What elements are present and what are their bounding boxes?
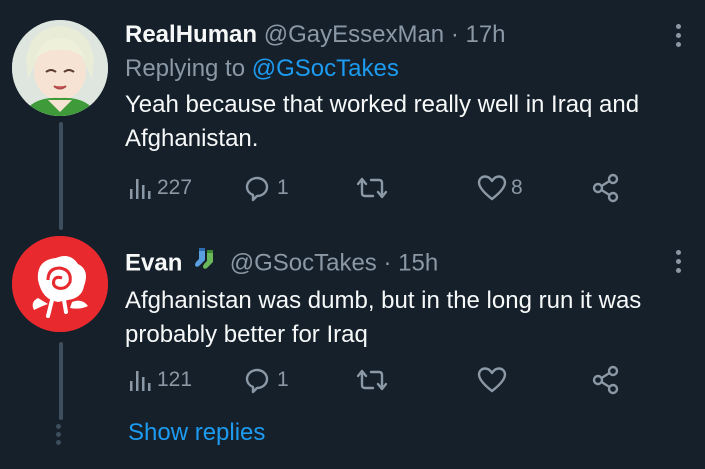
tweet-text: Yeah because that worked really well in … <box>125 91 640 152</box>
views-button[interactable]: 121 <box>127 364 192 396</box>
retweet-icon <box>357 369 387 391</box>
show-replies-link[interactable]: Show replies <box>128 419 265 447</box>
separator-dot: · <box>450 21 459 48</box>
anime-avatar-icon <box>12 20 108 116</box>
reply-icon <box>245 176 269 202</box>
views-count: 227 <box>157 176 193 199</box>
like-button[interactable]: 8 <box>477 172 523 204</box>
like-button[interactable] <box>477 364 511 396</box>
share-icon <box>592 173 619 203</box>
replying-to-label: Replying to <box>125 55 252 82</box>
views-icon <box>130 371 151 391</box>
heart-icon <box>477 175 507 201</box>
tweet-1[interactable]: RealHuman @GayEssexMan · 17h Replying to… <box>0 0 705 230</box>
share-icon <box>592 365 619 395</box>
timestamp[interactable]: 17h <box>465 21 505 48</box>
reply-count: 1 <box>277 176 289 199</box>
thread-line <box>59 342 63 420</box>
tweet-2[interactable]: Evan @GSocTakes · 15h Afghanistan was du… <box>0 236 705 420</box>
socks-icon <box>193 246 219 282</box>
retweet-icon <box>357 177 387 199</box>
action-bar: 121 1 <box>125 364 685 396</box>
heart-icon <box>477 367 507 393</box>
like-count: 8 <box>511 176 523 199</box>
more-options-icon[interactable] <box>675 24 681 47</box>
retweet-button[interactable] <box>357 364 391 396</box>
more-options-icon[interactable] <box>675 250 681 273</box>
views-button[interactable]: 227 <box>127 172 192 204</box>
replying-to: Replying to @GSocTakes <box>125 52 685 86</box>
author-name[interactable]: RealHuman <box>125 21 257 48</box>
rose-avatar-icon <box>12 236 108 332</box>
reply-icon <box>245 368 269 394</box>
separator-dot: · <box>383 249 392 277</box>
views-icon <box>130 179 151 199</box>
reply-button[interactable]: 1 <box>243 172 289 204</box>
timestamp[interactable]: 15h <box>398 249 438 276</box>
author-handle[interactable]: @GayEssexMan <box>264 21 444 48</box>
avatar[interactable] <box>12 20 108 116</box>
author-handle[interactable]: @GSocTakes <box>230 249 377 276</box>
share-button[interactable] <box>591 364 621 396</box>
tweet-text: Afghanistan was dumb, but in the long ru… <box>125 287 642 348</box>
views-count: 121 <box>157 368 193 391</box>
reply-count: 1 <box>277 368 289 391</box>
action-bar: 227 1 8 <box>125 172 685 204</box>
avatar[interactable] <box>12 236 108 332</box>
author-name[interactable]: Evan <box>125 249 182 276</box>
replying-to-handle[interactable]: @GSocTakes <box>252 55 399 82</box>
share-button[interactable] <box>591 172 621 204</box>
thread-line <box>59 122 63 230</box>
retweet-button[interactable] <box>357 172 391 204</box>
reply-button[interactable]: 1 <box>243 364 289 396</box>
thread-continuation-dots <box>56 424 61 445</box>
